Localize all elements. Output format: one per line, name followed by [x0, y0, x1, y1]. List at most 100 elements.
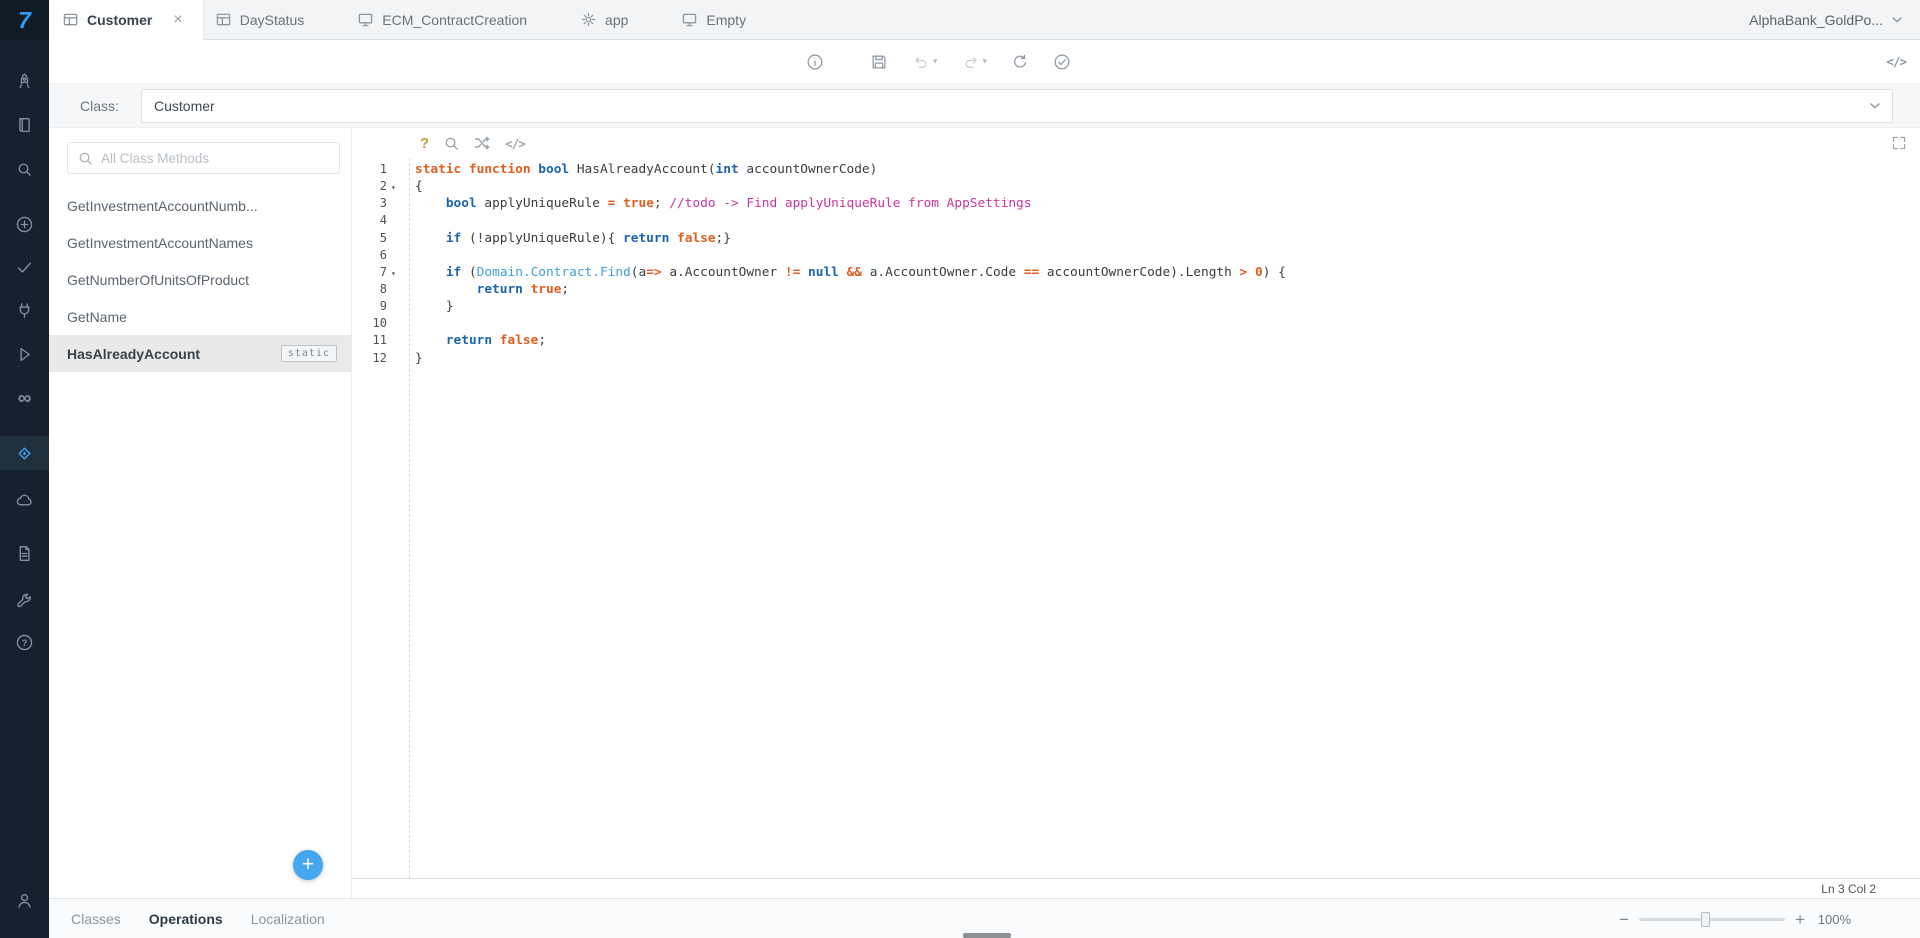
bottom-bar: ClassesOperationsLocalization − + 100% — [49, 898, 1920, 938]
code-line[interactable]: 9 } — [352, 298, 1920, 315]
code-area[interactable]: 1static function bool HasAlreadyAccount(… — [352, 158, 1920, 878]
undo-button[interactable]: ▾ — [912, 53, 938, 71]
code-line[interactable]: 6 — [352, 247, 1920, 264]
bottom-tab-localization[interactable]: Localization — [251, 911, 325, 927]
plus-circle-icon — [15, 215, 34, 234]
save-button[interactable] — [870, 53, 888, 71]
code-line[interactable]: 7▾ if (Domain.Contract.Find(a=> a.Accoun… — [352, 264, 1920, 281]
method-name: HasAlreadyAccount — [67, 346, 200, 362]
code-line[interactable]: 10 — [352, 315, 1920, 332]
check-icon — [15, 258, 34, 277]
zoom-in-button[interactable]: + — [1795, 911, 1805, 928]
code-line[interactable]: 5 if (!applyUniqueRule){ return false;} — [352, 230, 1920, 247]
view-code-button[interactable]: </> — [1886, 40, 1906, 83]
shuffle-icon — [474, 135, 490, 151]
fold-icon[interactable]: ▾ — [391, 265, 396, 282]
sidebar-search-button[interactable] — [0, 152, 49, 186]
table-icon — [216, 12, 231, 27]
class-select[interactable]: Customer — [141, 89, 1893, 123]
check-circle-button[interactable] — [1053, 53, 1071, 71]
zoom-out-button[interactable]: − — [1619, 911, 1629, 928]
code-line[interactable]: 2▾{ — [352, 178, 1920, 195]
editor-search-button[interactable] — [444, 136, 459, 151]
tab-label: Customer — [87, 12, 152, 28]
bottom-tab-operations[interactable]: Operations — [149, 911, 223, 927]
tab-customer[interactable]: Customer × — [49, 0, 204, 40]
sidebar-plug-button[interactable] — [0, 293, 49, 327]
table-icon — [63, 12, 78, 27]
app-logo[interactable]: 7 — [0, 0, 49, 40]
editor-code-button[interactable]: </> — [505, 136, 525, 151]
method-item[interactable]: GetInvestmentAccountNames — [49, 224, 351, 261]
fold-icon[interactable]: ▾ — [391, 179, 396, 196]
code-text: } — [415, 350, 423, 367]
line-number: 5 — [352, 230, 387, 247]
bottom-tab-classes[interactable]: Classes — [71, 911, 121, 927]
code-editor: ? </> 1static function bool HasAlreadyAcc… — [352, 128, 1920, 898]
tab-ecm-contractcreation[interactable]: ECM_ContractCreation — [350, 0, 535, 39]
sidebar-check-button[interactable] — [0, 250, 49, 284]
sidebar-book-button[interactable] — [0, 108, 49, 142]
workspace-selector[interactable]: AlphaBank_GoldPo... — [1749, 0, 1920, 39]
info-button[interactable] — [806, 53, 824, 71]
sidebar-infinity-button[interactable]: ∞ — [0, 381, 49, 415]
refresh-button[interactable] — [1011, 53, 1029, 71]
add-method-button[interactable]: + — [293, 850, 323, 880]
line-number: 1 — [352, 161, 387, 178]
tab-label: Empty — [706, 12, 746, 28]
code-text: if (Domain.Contract.Find(a=> a.AccountOw… — [415, 264, 1286, 281]
info-icon — [806, 53, 824, 71]
editor-help-q-button[interactable]: ? — [420, 135, 429, 152]
refresh-icon — [1011, 53, 1029, 71]
sidebar-cloud-button[interactable] — [0, 483, 49, 517]
redo-button[interactable]: ▾ — [962, 53, 988, 71]
code-text: } — [415, 298, 454, 315]
caret-down-icon[interactable]: ▾ — [933, 56, 938, 67]
tab-daystatus[interactable]: DayStatus — [208, 0, 313, 39]
svg-text:?: ? — [22, 637, 28, 648]
code-line[interactable]: 4 — [352, 212, 1920, 229]
user-icon — [15, 891, 34, 910]
sidebar-wrench-button[interactable] — [0, 583, 49, 617]
editor-shuffle-button[interactable] — [474, 135, 490, 151]
sidebar-plus-circle-button[interactable] — [0, 207, 49, 241]
undo-icon — [912, 53, 930, 71]
line-number: 6 — [352, 247, 387, 264]
sidebar-play-button[interactable] — [0, 337, 49, 371]
code-line[interactable]: 8 return true; — [352, 281, 1920, 298]
tab-empty[interactable]: Empty — [674, 0, 754, 39]
method-item[interactable]: GetNumberOfUnitsOfProduct — [49, 261, 351, 298]
sidebar-document-button[interactable] — [0, 536, 49, 570]
horizontal-scrollbar-thumb[interactable] — [963, 933, 1011, 938]
code-line[interactable]: 12} — [352, 350, 1920, 367]
sidebar-user-button[interactable] — [0, 883, 49, 917]
method-item[interactable]: GetInvestmentAccountNumb... — [49, 187, 351, 224]
method-item[interactable]: HasAlreadyAccountstatic — [49, 335, 351, 372]
zoom-slider-thumb[interactable] — [1701, 912, 1710, 927]
line-number: 2 — [352, 178, 387, 195]
class-methods-search-input[interactable] — [101, 151, 329, 166]
code-text: bool applyUniqueRule = true; //todo -> F… — [415, 195, 1031, 212]
method-name: GetNumberOfUnitsOfProduct — [67, 272, 249, 288]
close-icon[interactable]: × — [173, 12, 182, 28]
code-line[interactable]: 1static function bool HasAlreadyAccount(… — [352, 161, 1920, 178]
book-icon — [15, 116, 34, 135]
method-item[interactable]: GetName — [49, 298, 351, 335]
code-line[interactable]: 3 bool applyUniqueRule = true; //todo ->… — [352, 195, 1920, 212]
line-number: 11 — [352, 332, 387, 349]
check-circle-icon — [1053, 53, 1071, 71]
zoom-slider[interactable] — [1639, 918, 1785, 921]
method-name: GetInvestmentAccountNames — [67, 235, 253, 251]
main-toolbar: ▾ ▾ </> — [49, 40, 1920, 83]
save-icon — [870, 53, 888, 71]
tab-app[interactable]: app — [573, 0, 636, 39]
infinity-icon: ∞ — [18, 389, 32, 408]
sidebar-help-button[interactable]: ? — [0, 625, 49, 659]
code-line[interactable]: 11 return false; — [352, 332, 1920, 349]
line-number: 8 — [352, 281, 387, 298]
sidebar-rocket-button[interactable] — [0, 64, 49, 98]
wrench-icon — [15, 591, 34, 610]
sidebar-diamond-button[interactable] — [0, 436, 49, 470]
caret-down-icon[interactable]: ▾ — [983, 56, 988, 67]
fullscreen-icon[interactable] — [1891, 135, 1907, 151]
